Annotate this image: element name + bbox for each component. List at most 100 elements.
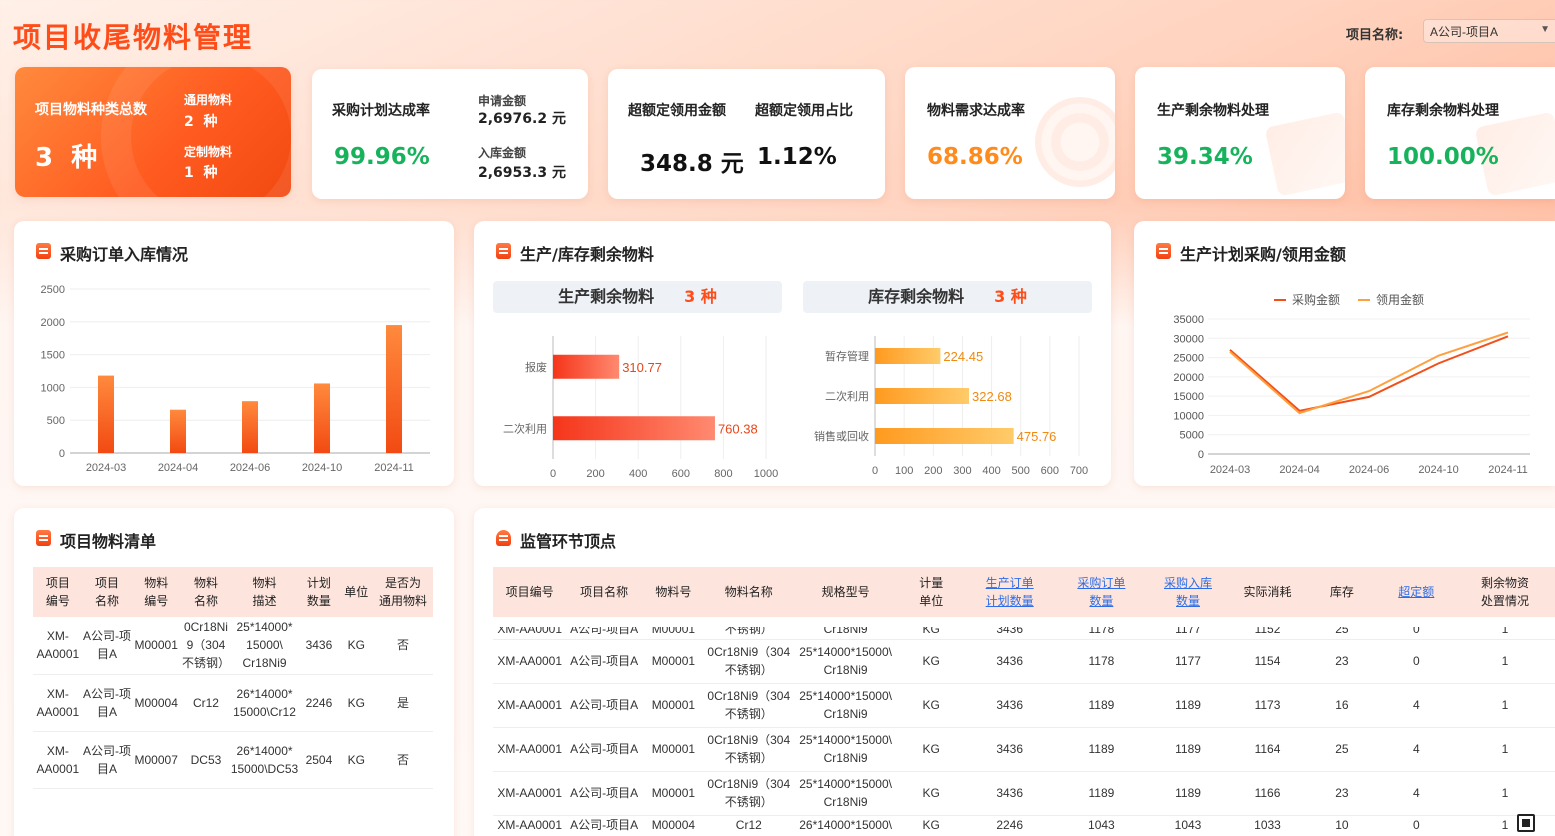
- cell-line: 不锈钢）: [724, 795, 773, 809]
- cell-line: Cr18Ni9: [823, 663, 868, 677]
- cell-line: 26*14000*: [236, 743, 293, 758]
- cell-line: 25: [1335, 742, 1349, 756]
- cell-line: 3436: [996, 698, 1024, 712]
- cell-line: 3436: [305, 638, 333, 653]
- cell-line: 4: [1412, 698, 1420, 712]
- table-cell: 1152: [1228, 617, 1307, 640]
- cell-line: 2246: [305, 695, 333, 710]
- column-header[interactable]: 生产订单 计划数量: [963, 567, 1056, 617]
- bar: [553, 354, 620, 379]
- cell-line: 1: [1501, 626, 1509, 636]
- monitor-panel: 监管环节顶点 项目编号 项目名称 物料号 物料名称 规格型号 计量 单位 生产订单 计划数量 采购…: [474, 508, 1555, 836]
- table-row[interactable]: XM-AA0001A公司-项目AM000010Cr18Ni9（304不锈钢）25…: [33, 617, 433, 675]
- cell-line: 1166: [1254, 786, 1281, 800]
- table-row[interactable]: XM-AA0001A公司-项目AM000010Cr18Ni9（304不锈钢）25…: [493, 727, 1555, 772]
- cell-line: XM-AA0001: [497, 698, 563, 712]
- table-cell: 3436: [963, 727, 1056, 772]
- kpi-total-card: 项目物料种类总数 3 种 通用物料 2 种 定制物料 1 种: [15, 67, 291, 197]
- cell-line: 9（304: [186, 638, 226, 653]
- table-row-partial[interactable]: XM-AA0001 A公司-项目A M00004 Cr12 26*14000*15000…: [493, 815, 1555, 836]
- cell-line: 数量: [306, 594, 331, 608]
- cell-line: KG: [922, 698, 940, 712]
- y-tick-label: 25000: [1173, 353, 1204, 365]
- kpi-in-label: 入库金额: [478, 146, 527, 160]
- table-row-partial[interactable]: XM-AA0001 A公司-项目A M00001 不锈钢） Cr18Ni9 KG 3436 1…: [493, 617, 1555, 640]
- monitor-table-wrap[interactable]: 项目编号 项目名称 物料号 物料名称 规格型号 计量 单位 生产订单 计划数量 采购订单 数量 采购入…: [493, 567, 1555, 836]
- cell-line: 0Cr18Ni9（304: [707, 689, 791, 703]
- plan-line-chart: 0 5000 10000 15000 20000 25000 30000 35000 2024-…: [1173, 292, 1530, 476]
- cell-line: 计量: [919, 576, 944, 590]
- table-cell: KG: [898, 815, 964, 836]
- cell-line: KG: [922, 626, 940, 636]
- cell-line: 实际消耗: [1243, 585, 1292, 599]
- column-header[interactable]: 超定额: [1377, 567, 1456, 617]
- kpi-over-amount-value: 348.8 元: [640, 151, 744, 177]
- x-tick-label: 0: [550, 468, 556, 480]
- column-header: 物料名称: [704, 567, 793, 617]
- table-row[interactable]: XM- AA0001 A公司-项 目A M00007 DC53 26*14000* 15000…: [33, 731, 433, 789]
- column-header: 单位: [339, 567, 373, 617]
- column-header[interactable]: 采购入库 数量: [1147, 567, 1229, 617]
- cell-line: Cr18Ni9: [823, 626, 868, 636]
- y-tick-label: 20000: [1173, 372, 1204, 384]
- cell-line: 库存: [1329, 585, 1354, 599]
- table-cell: KG: [898, 617, 964, 640]
- table-cell: 1166: [1228, 771, 1307, 816]
- cell-line: XM-: [46, 629, 69, 644]
- table-cell: A公司-项目A: [566, 771, 642, 816]
- column-header: 项目编号: [493, 567, 567, 617]
- kpi-general-label: 通用物料: [184, 93, 233, 107]
- cell-line: 10: [1335, 817, 1349, 832]
- cell-line: AA0001: [36, 647, 80, 662]
- monitor-panel-title: 监管环节顶点: [520, 532, 617, 551]
- cell-line: A公司-项目A: [570, 817, 639, 832]
- table-cell: 2246: [963, 815, 1056, 836]
- table-cell: M00004: [641, 815, 705, 836]
- table-cell: A公司-项目A: [566, 727, 642, 772]
- cell-line: 3436: [996, 786, 1024, 800]
- table-cell: 否: [372, 731, 433, 789]
- cell-line: 25*14000*: [236, 620, 293, 635]
- table-cell: 1189: [1055, 727, 1148, 772]
- series-line: [1229, 331, 1509, 415]
- table-row[interactable]: XM-AA0001A公司-项目AM000010Cr18Ni9（304不锈钢）25…: [493, 683, 1555, 728]
- table-row[interactable]: XM-AA0001A公司-项目AM000010Cr18Ni9（304不锈钢）25…: [493, 771, 1555, 816]
- table-row[interactable]: XM- AA0001 A公司-项 目A M00004 Cr12 26*14000* 15000…: [33, 674, 433, 732]
- kpi-prod-label: 生产剩余物料处理: [1157, 103, 1269, 119]
- x-tick-label: 600: [1041, 465, 1059, 477]
- x-tick-label: 100: [895, 465, 913, 477]
- column-header: 是否为 通用物料: [372, 567, 433, 617]
- kpi-demand-label: 物料需求达成率: [927, 103, 1025, 119]
- x-tick-label: 700: [1070, 465, 1088, 477]
- cell-line: XM-AA0001: [497, 626, 563, 636]
- prod-remain-bar-chart: 0 200 400 600 800 1000 报废 310.77 二次利用 760.38: [503, 336, 778, 480]
- cell-line: 单位: [344, 585, 369, 599]
- table-cell: KG: [898, 639, 964, 684]
- cell-line: 处置情况: [1481, 594, 1530, 608]
- column-header: 规格型号: [792, 567, 899, 617]
- table-cell: M00001: [641, 617, 705, 640]
- x-tick-label: 2024-06: [230, 462, 270, 474]
- table-header-row: 项目 编号 项目 名称 物料 编号 物料 名称 物料 描述 计划 数量 单位 是否为 通用物料: [33, 567, 433, 617]
- cell-line: AA0001: [36, 761, 80, 776]
- table-cell: 1164: [1228, 727, 1307, 772]
- cell-line: 项目: [95, 576, 120, 590]
- table-cell: 1177: [1147, 617, 1229, 640]
- fullscreen-icon[interactable]: [1517, 814, 1535, 832]
- table-cell: 0Cr18Ni9（304 不锈钢）: [704, 771, 793, 816]
- column-header[interactable]: 采购订单 数量: [1055, 567, 1148, 617]
- table-cell: 16: [1306, 683, 1378, 728]
- cell-line: KG: [347, 638, 365, 653]
- column-header: 库存: [1306, 567, 1378, 617]
- table-cell: 25: [1306, 617, 1378, 640]
- project-select[interactable]: A公司-项目A ▼: [1423, 19, 1555, 43]
- table-row[interactable]: XM-AA0001A公司-项目AM000010Cr18Ni9（304不锈钢）25…: [493, 639, 1555, 684]
- y-tick-label: 报废: [525, 360, 547, 374]
- cell-line: 25: [1335, 626, 1349, 636]
- cell-line: 不锈钢）: [724, 663, 773, 677]
- column-header: 剩余物资 处置情况: [1455, 567, 1555, 617]
- cell-line: KG: [922, 654, 940, 668]
- cell-line: M00004: [134, 695, 178, 710]
- cell-line: 1189: [1088, 698, 1115, 712]
- kpi-over-card: 超额定领用金额 348.8 元 超额定领用占比 1.12%: [608, 69, 885, 199]
